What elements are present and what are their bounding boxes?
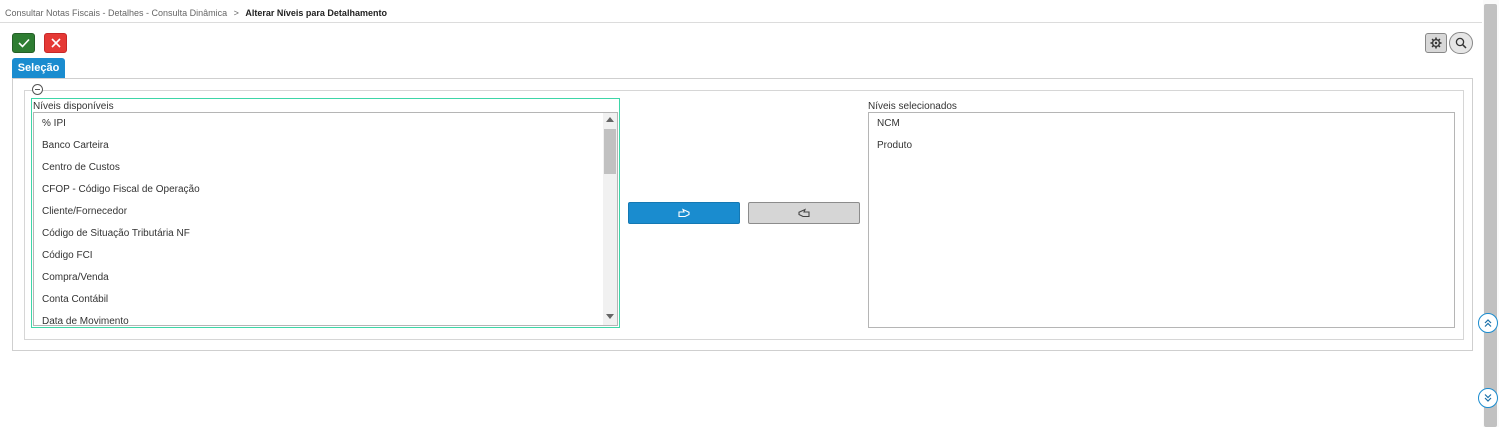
breadcrumb-current: Alterar Níveis para Detalhamento [245,8,387,18]
list-item[interactable]: % IPI [42,118,66,129]
search-button[interactable] [1449,32,1473,54]
double-chevron-up-icon [1484,319,1492,327]
hand-point-left-icon [798,208,810,218]
list-item[interactable]: Código FCI [42,250,93,261]
hand-point-right-icon [678,208,690,218]
confirm-button[interactable] [12,33,35,53]
list-item[interactable]: Cliente/Fornecedor [42,206,127,217]
list-item[interactable]: Banco Carteira [42,140,109,151]
collapse-icon[interactable] [32,84,43,95]
list-item[interactable]: Data de Movimento [42,316,129,325]
available-levels-label: Níveis disponíveis [33,101,114,112]
remove-level-button[interactable] [748,202,860,224]
check-icon [17,38,30,48]
scroll-thumb[interactable] [604,129,616,174]
scroll-down-arrow-icon[interactable] [606,314,614,319]
page-scroll-thumb[interactable] [1484,4,1497,427]
list-scrollbar[interactable] [603,113,617,325]
list-item[interactable]: Produto [877,140,912,151]
list-item[interactable]: CFOP - Código Fiscal de Operação [42,184,200,195]
available-levels-list[interactable]: % IPI Banco Carteira Centro de Custos CF… [33,112,618,326]
scroll-up-arrow-icon[interactable] [606,117,614,122]
add-level-button[interactable] [628,202,740,224]
list-item[interactable]: Compra/Venda [42,272,109,283]
breadcrumb-separator: > [233,8,239,18]
settings-button[interactable] [1425,33,1447,53]
gear-icon [1430,37,1442,49]
breadcrumb-link[interactable]: Consultar Notas Fiscais - Detalhes - Con… [5,8,227,18]
list-item[interactable]: Centro de Custos [42,162,120,173]
selected-levels-label: Níveis selecionados [868,101,957,112]
list-item[interactable]: Código de Situação Tributária NF [42,228,190,239]
tab-selecao[interactable]: Seleção [12,58,65,78]
scroll-to-bottom-button[interactable] [1478,388,1498,408]
cancel-button[interactable] [44,33,67,53]
double-chevron-down-icon [1484,394,1492,402]
close-icon [50,38,61,48]
scroll-to-top-button[interactable] [1478,313,1498,333]
list-item[interactable]: Conta Contábil [42,294,108,305]
list-item[interactable]: NCM [877,118,900,129]
breadcrumb: Consultar Notas Fiscais - Detalhes - Con… [0,0,1482,23]
search-icon [1455,37,1467,49]
selected-levels-list[interactable]: NCM Produto [868,112,1455,328]
